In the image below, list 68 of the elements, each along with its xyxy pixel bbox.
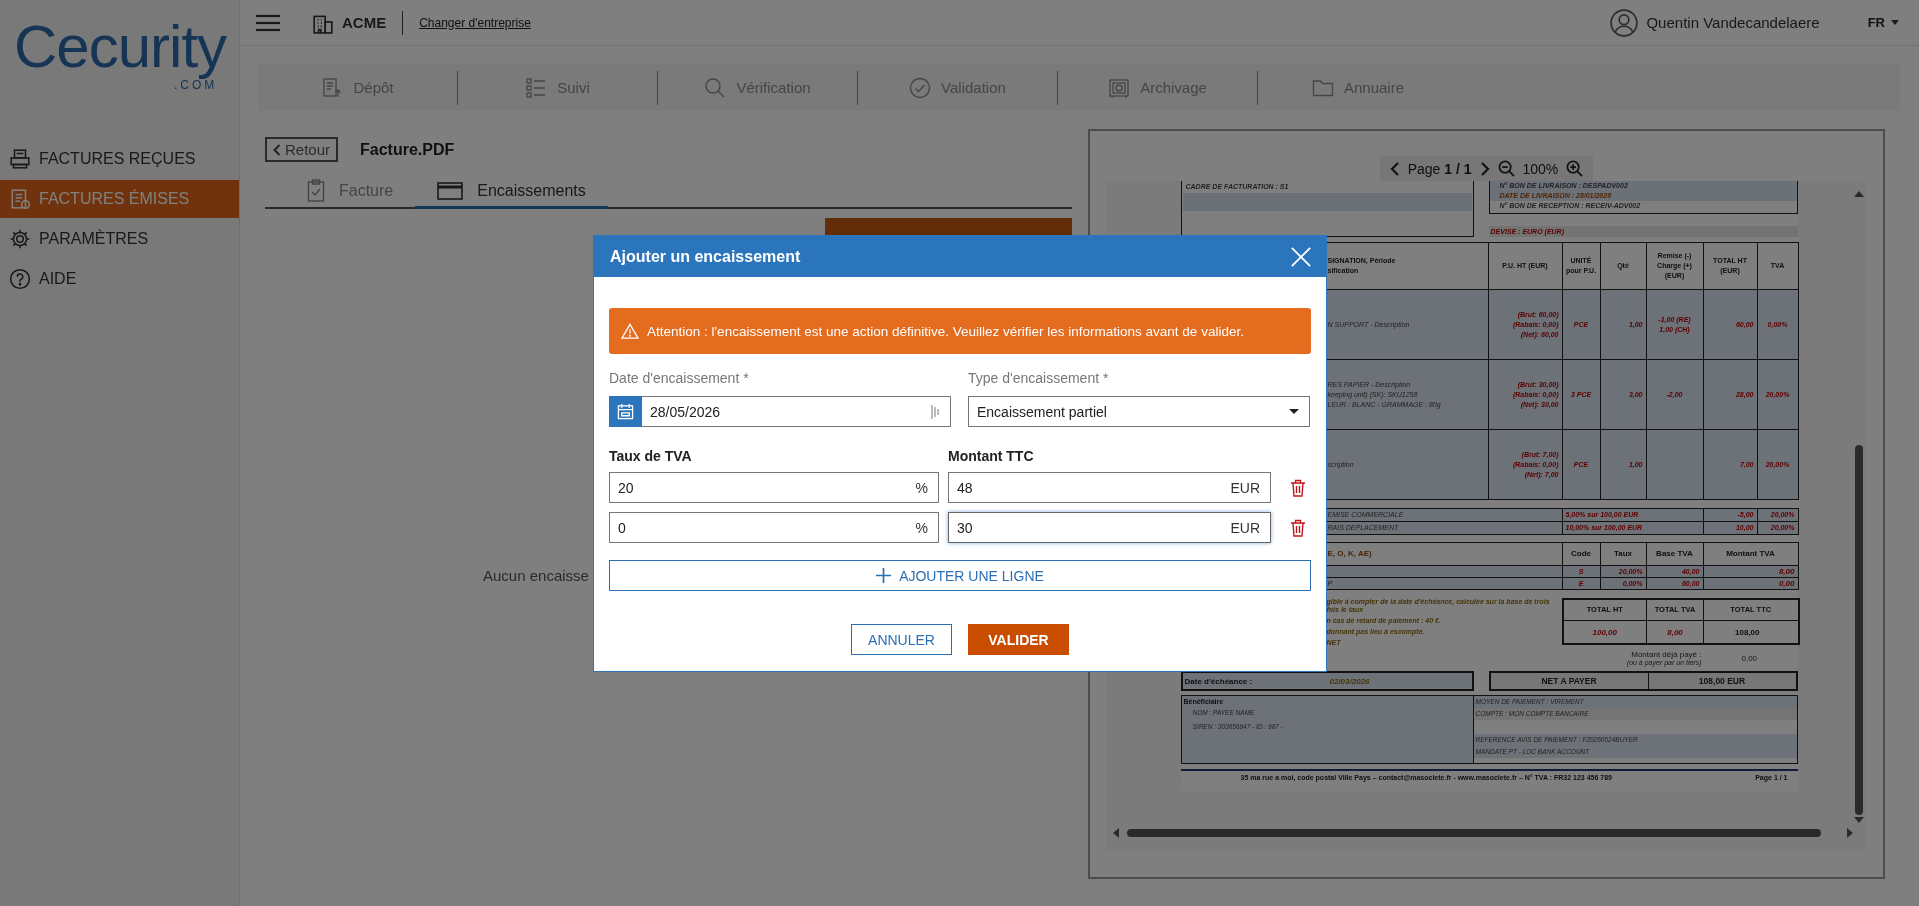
payment-type-select[interactable]: Encaissement partiel	[968, 396, 1310, 427]
user-name[interactable]: Quentin Vandecandelaere	[1646, 14, 1820, 31]
next-page-icon[interactable]	[1479, 161, 1490, 176]
switch-company-link[interactable]: Changer d'entreprise	[419, 15, 531, 30]
zoom-out-icon[interactable]	[1497, 160, 1515, 177]
language-selector[interactable]: FR	[1867, 15, 1899, 30]
help-icon	[9, 268, 31, 290]
warning-icon	[621, 323, 639, 339]
chevron-left-icon	[273, 143, 281, 156]
due-date-value: 02/03/2026	[1329, 676, 1370, 686]
calendar-icon	[617, 403, 634, 420]
paid-amount: 0,00	[1741, 654, 1758, 663]
trash-icon[interactable]	[1290, 478, 1306, 497]
cancel-button[interactable]: ANNULER	[851, 624, 952, 655]
paid-label: Montant déjà payé :	[1631, 650, 1702, 659]
empty-message: Aucun encaisse	[483, 567, 589, 584]
sidebar-item[interactable]: AIDE	[0, 260, 239, 298]
back-button[interactable]: Retour	[265, 137, 339, 162]
due-date-label: Date d'échéance :	[1184, 676, 1254, 686]
menu-icon[interactable]	[256, 13, 280, 32]
add-line-button[interactable]: AJOUTER UNE LIGNE	[609, 560, 1311, 591]
logo-suffix: .COM	[174, 78, 218, 92]
validate-button[interactable]: VALIDER	[968, 624, 1069, 655]
page-indicator: Page 1 / 1	[1407, 160, 1472, 177]
list-icon	[525, 76, 548, 99]
caret-icon	[1289, 409, 1299, 414]
sidebar-item[interactable]: PARAMÈTRES	[0, 220, 239, 258]
previous-page-icon[interactable]	[1389, 161, 1400, 176]
column-label: Montant TTC	[948, 448, 1034, 464]
logo-text: Cecurity	[14, 12, 227, 80]
sidebar-item[interactable]: FACTURES ÉMISES	[0, 180, 239, 218]
column-header: Montant TVA	[1703, 542, 1798, 566]
plus-icon	[876, 568, 892, 583]
tab[interactable]: Encaissements	[415, 176, 608, 209]
invoice-icon	[9, 188, 31, 210]
settings-icon	[9, 228, 31, 250]
column-header: Base TVA	[1646, 542, 1703, 566]
amount-field[interactable]: 30 EUR	[948, 512, 1271, 543]
card-icon	[437, 182, 464, 200]
company-name: ACME	[342, 14, 387, 31]
search-icon	[704, 76, 727, 99]
safe-icon	[1108, 76, 1131, 99]
sidebar-item[interactable]: FACTURES REÇUES	[0, 140, 239, 178]
clipboard-check-icon	[307, 179, 325, 203]
date-field[interactable]: 28/05/2026	[642, 396, 951, 427]
close-icon[interactable]	[1290, 245, 1312, 268]
net-to-pay-label: NET A PAYER	[1490, 673, 1649, 689]
zoom-in-icon[interactable]	[1566, 160, 1584, 177]
amount-field[interactable]: 48 EUR	[948, 472, 1271, 503]
horizontal-scrollbar[interactable]	[1112, 827, 1853, 839]
printer-icon	[9, 148, 31, 170]
calendar-button[interactable]	[609, 396, 642, 427]
column-label: Taux de TVA	[609, 448, 693, 464]
net-to-pay-value: 108,00 EUR	[1697, 676, 1747, 686]
dialog-title: Ajouter un encaissement	[610, 247, 801, 266]
trash-icon[interactable]	[1290, 518, 1306, 537]
caret-icon	[1891, 20, 1899, 25]
check-circle-icon	[909, 76, 932, 99]
field-label: Date d'encaissement *	[609, 370, 750, 386]
zoom-level: 100%	[1522, 160, 1559, 177]
document-title: Facture.PDF	[360, 140, 455, 159]
column-header: Taux	[1600, 542, 1646, 566]
tab[interactable]: Facture	[285, 176, 416, 209]
column-header: Code	[1562, 542, 1600, 566]
user-icon[interactable]	[1610, 8, 1639, 37]
vat-rate-field[interactable]: 20 %	[609, 472, 939, 503]
field-label: Type d'encaissement *	[968, 370, 1110, 386]
vat-rate-field[interactable]: 0 %	[609, 512, 939, 543]
